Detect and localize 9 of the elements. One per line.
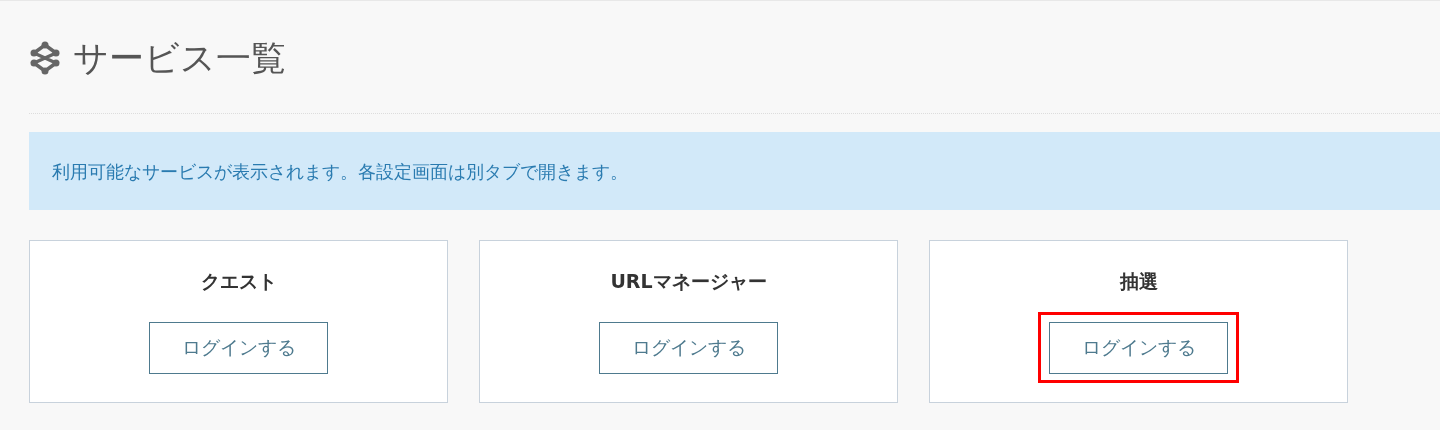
- login-button[interactable]: ログインする: [149, 321, 328, 374]
- service-name: クエスト: [200, 269, 277, 294]
- page-title: サービス一覧: [73, 36, 286, 80]
- nodes-icon: [29, 41, 61, 75]
- login-button[interactable]: ログインする: [1049, 321, 1228, 374]
- info-banner: 利用可能なサービスが表示されます。各設定画面は別タブで開きます。: [29, 132, 1440, 210]
- login-button[interactable]: ログインする: [599, 321, 778, 374]
- service-name: 抽選: [1119, 269, 1158, 294]
- service-name: URLマネージャー: [610, 269, 767, 294]
